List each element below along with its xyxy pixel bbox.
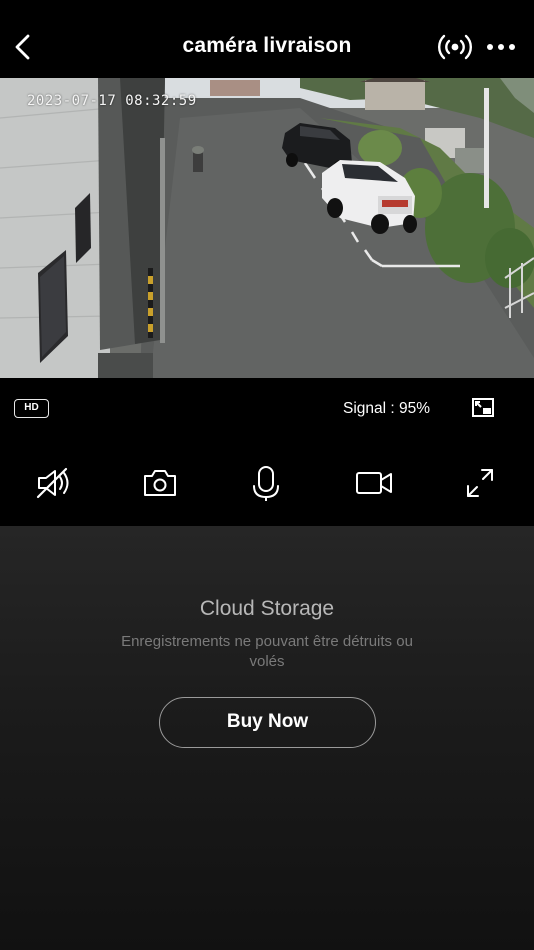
camera-icon: [144, 470, 176, 496]
speaker-muted-icon: [36, 467, 69, 499]
top-bar: caméra livraison: [0, 0, 534, 78]
buy-now-button[interactable]: Buy Now: [159, 697, 376, 748]
expand-icon: [467, 469, 493, 497]
record-button[interactable]: [354, 464, 394, 502]
wireless-signal-icon: [438, 34, 472, 60]
more-options-button[interactable]: [484, 34, 518, 60]
quality-toggle[interactable]: HD: [14, 399, 49, 418]
microphone-icon: [253, 466, 279, 501]
snapshot-button[interactable]: [140, 464, 180, 502]
connection-button[interactable]: [436, 30, 474, 64]
picture-in-picture-button[interactable]: [470, 396, 496, 420]
live-video-feed[interactable]: 2023-07-17 08:32:59: [0, 78, 534, 378]
video-record-icon: [356, 472, 392, 494]
cloud-storage-panel: Cloud Storage Enregistrements ne pouvant…: [0, 526, 534, 950]
control-toolbar: [0, 436, 534, 526]
video-timestamp: 2023-07-17 08:32:59: [27, 93, 197, 109]
cloud-storage-title: Cloud Storage: [199, 597, 335, 620]
talk-button[interactable]: [246, 464, 286, 502]
camera-scene: [0, 78, 534, 378]
stream-info-bar: HD Signal : 95%: [0, 378, 534, 436]
mute-button[interactable]: [34, 464, 74, 502]
more-dots-icon: [487, 44, 515, 50]
picture-in-picture-icon: [472, 398, 494, 417]
camera-live-screen: caméra livraison 2023-07-17 08:32:59 HD …: [0, 0, 534, 950]
cloud-storage-description: Enregistrements ne pouvant être détruits…: [121, 633, 413, 670]
signal-strength: Signal : 95%: [343, 400, 431, 417]
fullscreen-button[interactable]: [462, 464, 502, 502]
